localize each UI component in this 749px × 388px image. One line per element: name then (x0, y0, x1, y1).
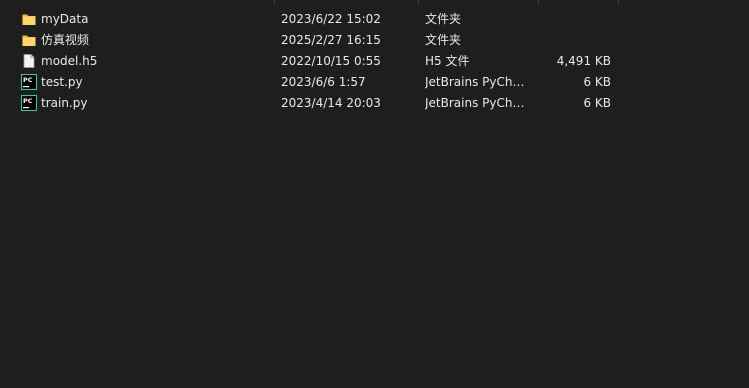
column-divider-date-type[interactable] (418, 0, 419, 5)
file-row[interactable]: PC train.py 2023/4/14 20:03 JetBrains Py… (0, 93, 749, 114)
file-row[interactable]: myData 2023/6/22 15:02 文件夹 (0, 9, 749, 30)
svg-text:PC: PC (23, 97, 33, 105)
file-name: 仿真视频 (41, 33, 90, 47)
file-type: 文件夹 (425, 33, 462, 47)
file-row[interactable]: 仿真视频 2025/2/27 16:15 文件夹 (0, 30, 749, 51)
file-date-modified: 2023/6/22 15:02 (281, 12, 381, 26)
file-size: 6 KB (583, 75, 611, 89)
file-size: 6 KB (583, 96, 611, 110)
file-date-modified: 2023/6/6 1:57 (281, 75, 366, 89)
column-divider-name-date[interactable] (274, 0, 275, 5)
file-date-modified: 2023/4/14 20:03 (281, 96, 381, 110)
file-date-modified: 2022/10/15 0:55 (281, 54, 381, 68)
file-type: H5 文件 (425, 54, 470, 68)
column-divider-type-size[interactable] (538, 0, 539, 5)
file-type: 文件夹 (425, 12, 462, 26)
svg-text:PC: PC (23, 76, 33, 84)
file-list-pane: myData 2023/6/22 15:02 文件夹 仿真视频 2025/2/2… (0, 0, 749, 388)
file-date-modified: 2025/2/27 16:15 (281, 33, 381, 47)
column-divider-size-end[interactable] (618, 0, 619, 5)
file-type: JetBrains PyChar... (425, 96, 531, 110)
file-list: myData 2023/6/22 15:02 文件夹 仿真视频 2025/2/2… (0, 9, 749, 114)
file-name: train.py (41, 96, 88, 110)
folder-icon (22, 14, 36, 25)
file-name: model.h5 (41, 54, 98, 68)
file-type: JetBrains PyChar... (425, 75, 531, 89)
pycharm-file-icon: PC (21, 74, 37, 90)
file-row[interactable]: PC test.py 2023/6/6 1:57 JetBrains PyCha… (0, 72, 749, 93)
file-icon (23, 54, 35, 68)
file-size (540, 30, 611, 51)
file-name: myData (41, 12, 89, 26)
file-size (540, 9, 611, 30)
file-name: test.py (41, 75, 83, 89)
folder-icon (22, 35, 36, 46)
pycharm-file-icon: PC (21, 95, 37, 111)
file-size: 4,491 KB (556, 54, 611, 68)
file-row[interactable]: model.h5 2022/10/15 0:55 H5 文件 4,491 KB (0, 51, 749, 72)
